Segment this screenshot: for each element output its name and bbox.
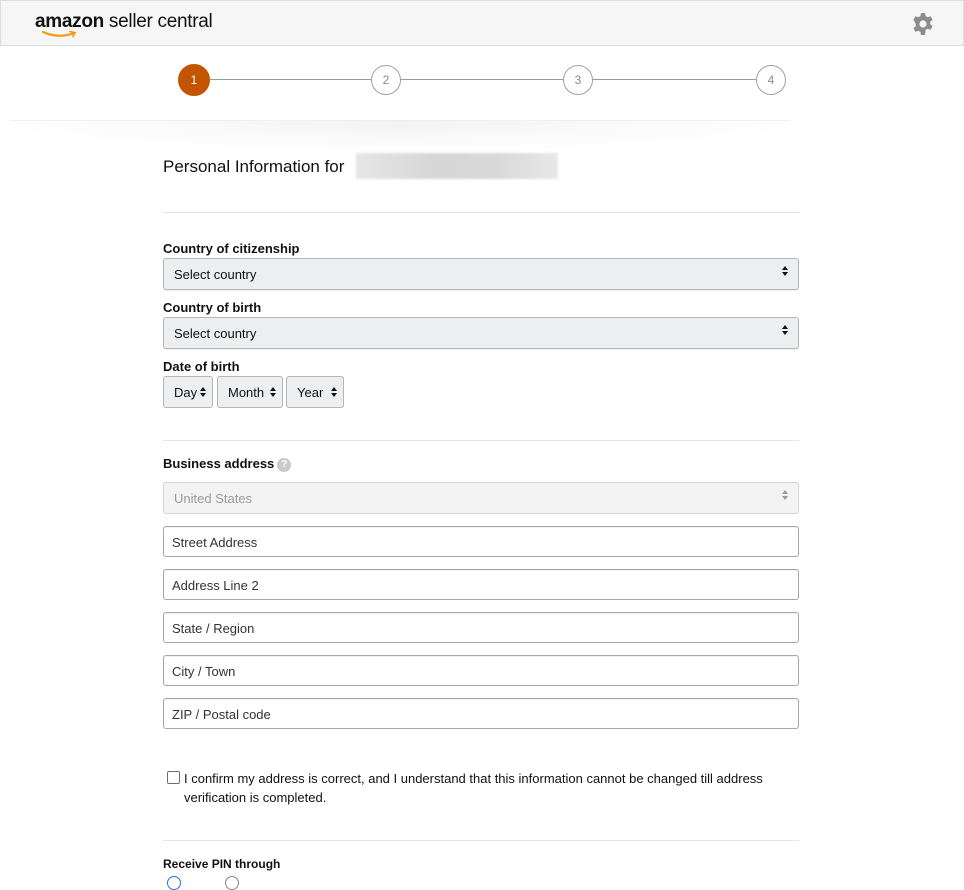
citizenship-select[interactable]: Select country <box>163 258 799 290</box>
dob-day-select[interactable]: Day <box>163 376 213 408</box>
divider <box>163 840 799 841</box>
zip-postal-input[interactable]: ZIP / Postal code <box>163 698 799 729</box>
select-arrows-icon <box>781 489 789 502</box>
step-connector <box>592 79 756 80</box>
divider <box>163 440 799 441</box>
select-arrows-icon <box>781 265 789 278</box>
page-title: Personal Information for <box>163 157 345 176</box>
pin-option-radio[interactable] <box>167 876 181 890</box>
amazon-seller-central-logo[interactable]: amazon seller central <box>35 11 213 39</box>
address-country-select: United States <box>163 482 799 514</box>
select-arrows-icon <box>330 386 338 398</box>
select-arrows-icon <box>269 386 277 398</box>
dob-label: Date of birth <box>163 359 240 374</box>
address-line2-input[interactable]: Address Line 2 <box>163 569 799 600</box>
citizenship-label: Country of citizenship <box>163 241 300 256</box>
receive-pin-label: Receive PIN through <box>163 857 281 871</box>
step-connector <box>400 79 564 80</box>
confirm-address-checkbox[interactable] <box>167 771 180 784</box>
birth-country-label: Country of birth <box>163 300 262 315</box>
gear-icon[interactable] <box>911 12 935 36</box>
birth-country-select[interactable]: Select country <box>163 317 799 349</box>
business-address-label: Business address? <box>163 456 292 472</box>
step-connector <box>208 79 372 80</box>
select-arrows-icon <box>781 324 789 337</box>
street-address-input[interactable]: Street Address <box>163 526 799 557</box>
step-1: 1 <box>178 64 210 96</box>
select-arrows-icon <box>199 386 207 398</box>
city-town-input[interactable]: City / Town <box>163 655 799 686</box>
dob-month-select[interactable]: Month <box>217 376 283 408</box>
section-shadow <box>10 120 790 151</box>
pin-option-radio[interactable] <box>225 876 239 890</box>
amazon-smile-icon <box>42 31 77 38</box>
step-3: 3 <box>563 65 593 95</box>
dob-year-select[interactable]: Year <box>286 376 344 408</box>
step-2: 2 <box>371 65 401 95</box>
step-4: 4 <box>756 65 786 95</box>
progress-stepper: 1 2 3 4 <box>178 64 786 96</box>
help-icon[interactable]: ? <box>277 458 292 472</box>
state-region-input[interactable]: State / Region <box>163 612 799 643</box>
top-bar: amazon seller central <box>0 0 964 46</box>
divider <box>163 212 799 213</box>
redacted-name <box>356 153 558 179</box>
confirm-address-text[interactable]: I confirm my address is correct, and I u… <box>184 769 794 807</box>
